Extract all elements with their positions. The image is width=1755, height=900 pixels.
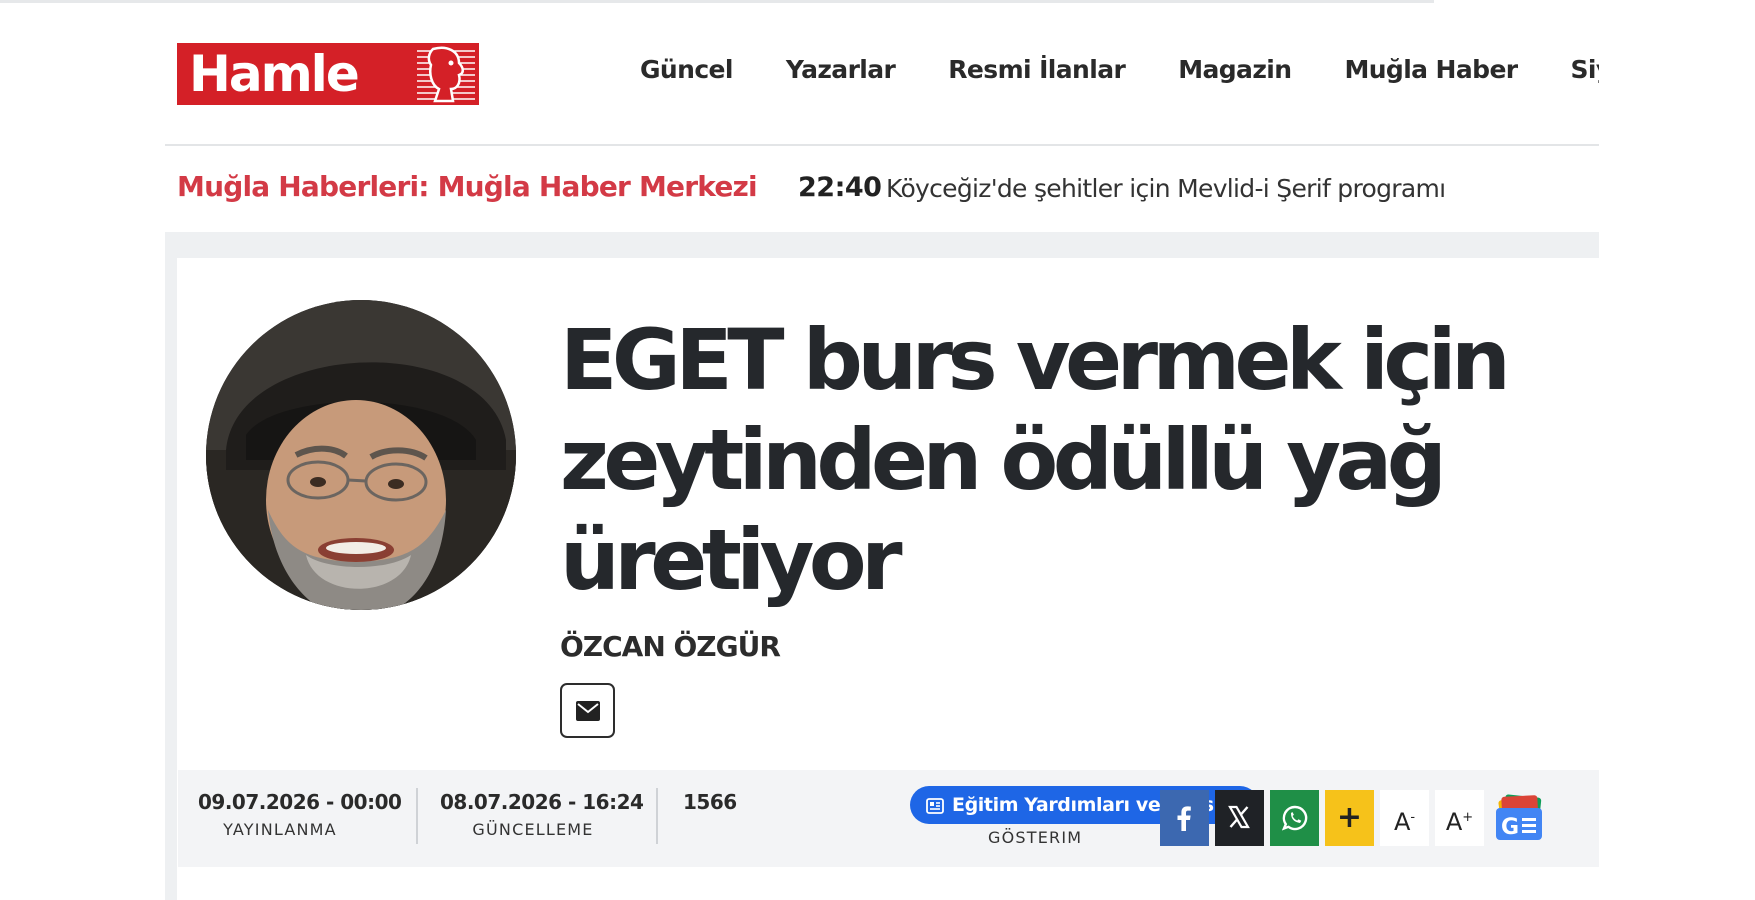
- x-icon: [1228, 805, 1250, 829]
- plus-icon: +: [1336, 800, 1363, 835]
- article-headline: EGET burs vermek için zeytinden ödüllü y…: [560, 311, 1511, 609]
- breaking-label[interactable]: Muğla Haberleri: Muğla Haber Merkezi: [177, 170, 758, 203]
- published-info: 09.07.2026 - 00:00 YAYINLANMA: [198, 790, 402, 839]
- whatsapp-icon: [1282, 805, 1308, 831]
- views-label: GÖSTERIM: [988, 828, 1083, 847]
- nav-item-yazarlar[interactable]: Yazarlar: [786, 55, 896, 84]
- views-value: 1566: [683, 790, 737, 814]
- share-more-button[interactable]: +: [1325, 790, 1374, 846]
- nav-item-siyaset[interactable]: Siyaset: [1571, 55, 1599, 84]
- main-nav: Güncel Yazarlar Resmi İlanlar Magazin Muğla …: [640, 55, 1599, 84]
- nav-item-guncel[interactable]: Güncel: [640, 55, 733, 84]
- facebook-icon: [1177, 806, 1191, 831]
- share-whatsapp-button[interactable]: [1270, 790, 1319, 846]
- email-author-button[interactable]: [560, 683, 615, 738]
- author-name[interactable]: ÖZCAN ÖZGÜR: [560, 630, 781, 663]
- updated-info: 08.07.2026 - 16:24 GÜNCELLEME: [440, 790, 644, 839]
- nav-item-mugla-haber[interactable]: Muğla Haber: [1344, 55, 1518, 84]
- views-value-wrap: 1566: [683, 790, 743, 814]
- updated-label: GÜNCELLEME: [472, 820, 594, 839]
- font-smaller-sign: -: [1410, 810, 1416, 825]
- logo-emblem-icon: [413, 43, 479, 105]
- font-larger-label: A+: [1446, 808, 1473, 836]
- svg-text:G: G: [1501, 815, 1519, 840]
- breaking-news-bar: Muğla Haberleri: Muğla Haber Merkezi 22:…: [165, 146, 1599, 232]
- article-meta-bar: 09.07.2026 - 00:00 YAYINLANMA 08.07.2026…: [178, 770, 1599, 867]
- published-value: 09.07.2026 - 00:00: [198, 790, 402, 814]
- font-larger-sign: +: [1462, 810, 1474, 825]
- author-avatar[interactable]: [206, 300, 516, 610]
- font-larger-button[interactable]: A+: [1435, 790, 1484, 846]
- meta-divider: [656, 788, 658, 844]
- font-smaller-letter: A: [1393, 808, 1411, 836]
- meta-divider: [416, 788, 418, 844]
- font-smaller-label: A-: [1394, 808, 1415, 836]
- author-photo: [206, 300, 516, 610]
- site-header: Hamle Güncel Yazarlar Resmi İlanlar Magazin…: [165, 3, 1599, 145]
- newspaper-icon: [926, 798, 944, 814]
- share-facebook-button[interactable]: [1160, 790, 1209, 846]
- site-logo[interactable]: Hamle: [177, 43, 479, 105]
- share-x-button[interactable]: [1215, 790, 1264, 846]
- published-label: YAYINLANMA: [223, 820, 337, 839]
- breaking-headline[interactable]: Köyceğiz'de şehitler için Mevlid-i Şerif…: [886, 174, 1446, 203]
- views-label-wrap: GÖSTERIM: [988, 822, 1082, 847]
- font-larger-letter: A: [1445, 808, 1463, 836]
- google-news-button[interactable]: G: [1490, 790, 1548, 846]
- font-smaller-button[interactable]: A-: [1380, 790, 1429, 846]
- envelope-icon: [576, 701, 600, 721]
- breaking-time: 22:40: [798, 172, 882, 203]
- nav-item-magazin[interactable]: Magazin: [1178, 55, 1292, 84]
- updated-value: 08.07.2026 - 16:24: [440, 790, 644, 814]
- logo-text: Hamle: [189, 45, 360, 103]
- nav-item-resmi-ilanlar[interactable]: Resmi İlanlar: [948, 55, 1126, 84]
- google-news-icon: G: [1496, 794, 1542, 840]
